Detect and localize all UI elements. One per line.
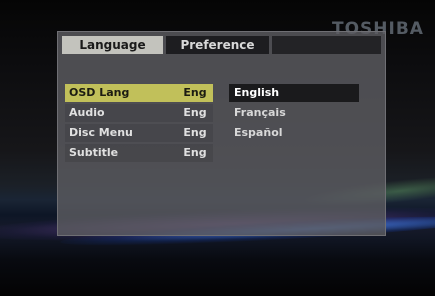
tab-language[interactable]: Language <box>62 36 163 54</box>
setting-label: Audio <box>65 104 177 122</box>
setting-value: Eng <box>177 144 213 162</box>
setting-row-subtitle[interactable]: Subtitle Eng <box>65 144 227 162</box>
setting-row-osd-lang[interactable]: OSD Lang Eng <box>65 84 227 102</box>
tab-empty-slot <box>272 36 381 54</box>
option-english[interactable]: English <box>229 84 359 102</box>
setting-label: Disc Menu <box>65 124 177 142</box>
setting-label: Subtitle <box>65 144 177 162</box>
setting-value: Eng <box>177 84 213 102</box>
option-espanol[interactable]: Español <box>229 124 359 142</box>
setting-label: OSD Lang <box>65 84 177 102</box>
tab-preference[interactable]: Preference <box>166 36 269 54</box>
language-options-list: English Français Español <box>229 84 359 144</box>
menu-tabs: Language Preference <box>62 36 381 54</box>
setting-row-disc-menu[interactable]: Disc Menu Eng <box>65 124 227 142</box>
setting-value: Eng <box>177 104 213 122</box>
setting-row-audio[interactable]: Audio Eng <box>65 104 227 122</box>
tv-screen: TOSHIBA Language Preference OSD Lang Eng… <box>0 0 435 296</box>
setting-value: Eng <box>177 124 213 142</box>
option-francais[interactable]: Français <box>229 104 359 122</box>
language-settings-list: OSD Lang Eng Audio Eng Disc Menu Eng Sub… <box>65 84 227 164</box>
setup-menu-panel: Language Preference OSD Lang Eng Audio E… <box>57 31 386 236</box>
